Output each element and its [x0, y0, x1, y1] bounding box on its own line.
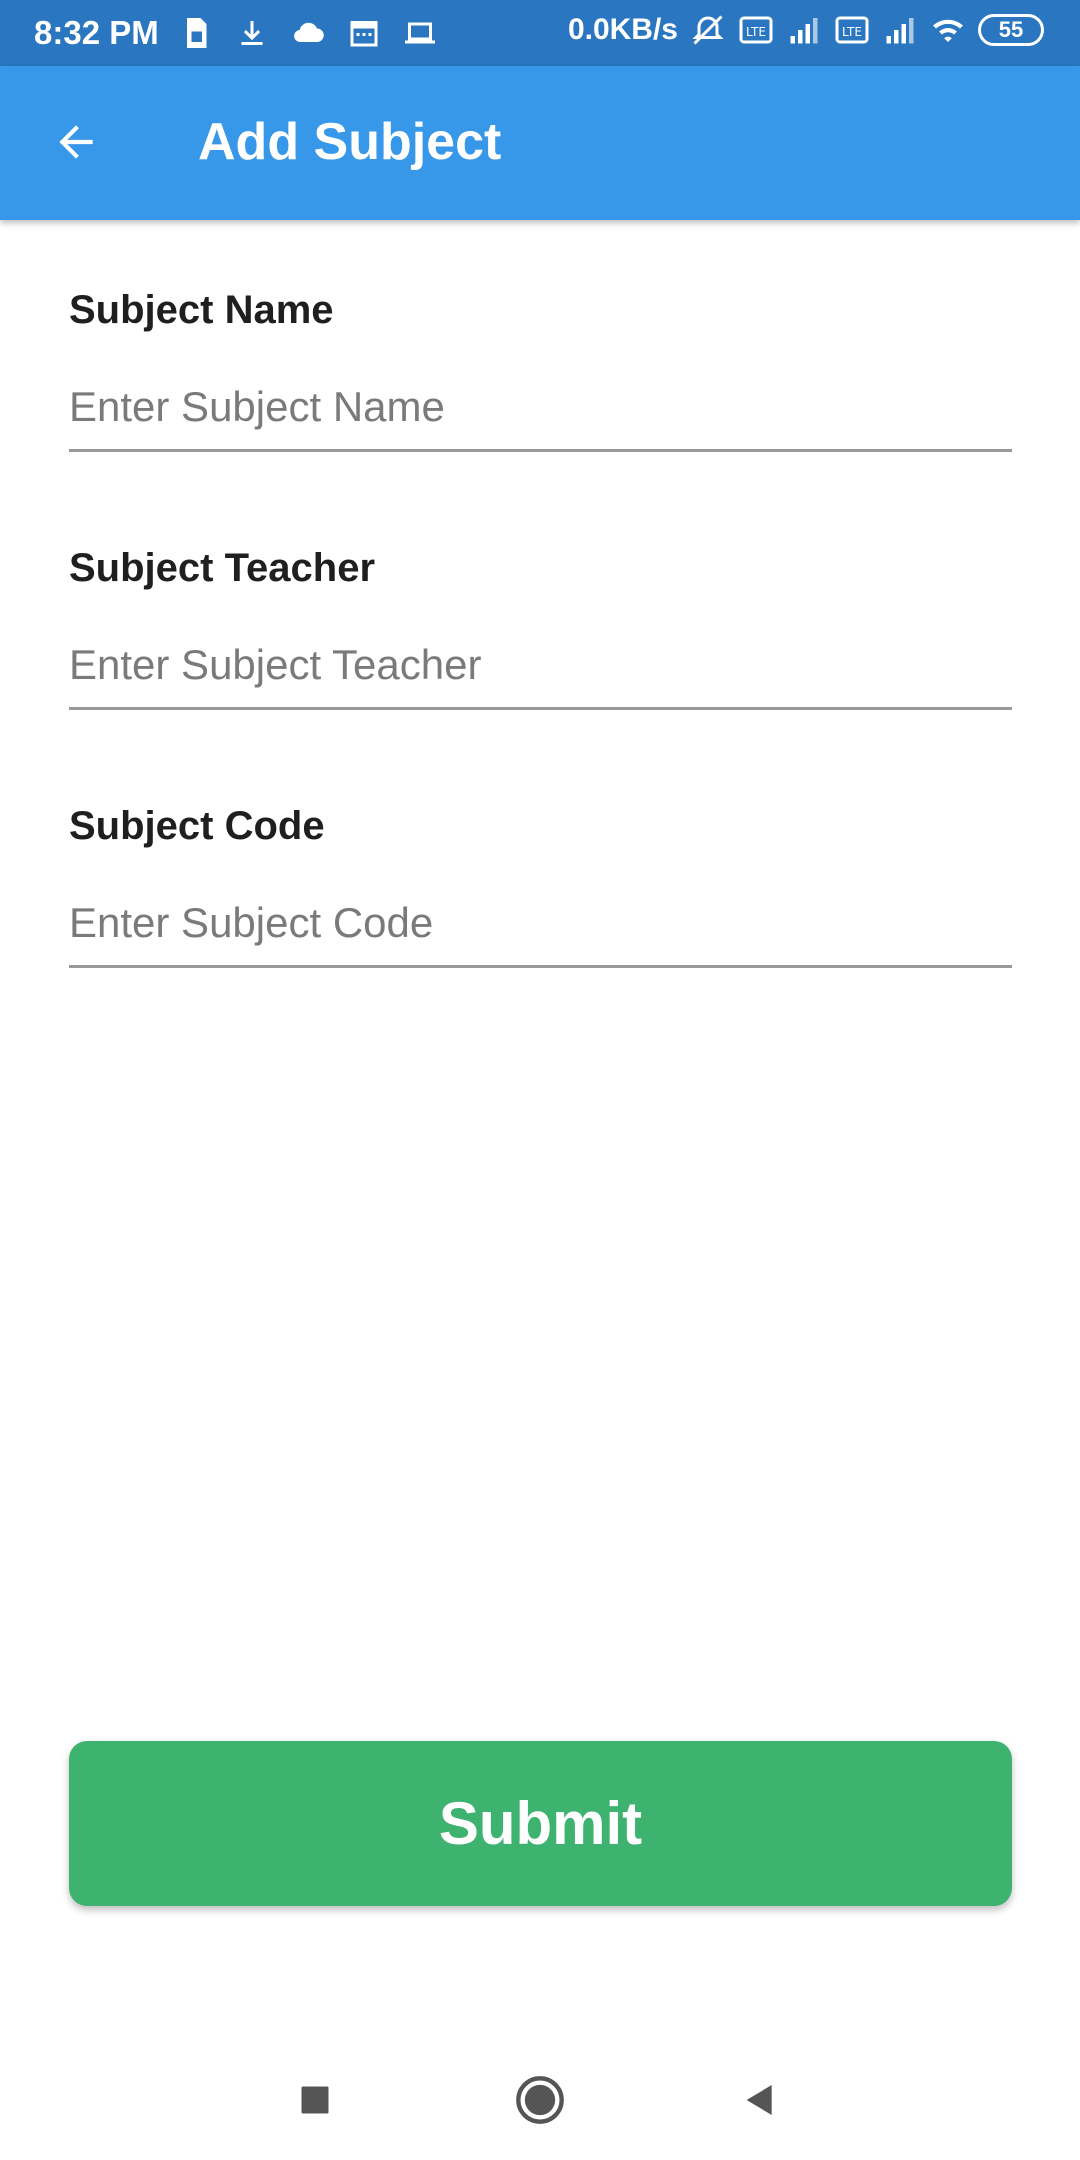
app-bar [0, 66, 1080, 220]
page-title: Add Subject [198, 113, 502, 171]
laptop-icon [405, 22, 435, 44]
status-time: 8:32 PM [34, 14, 159, 51]
volte-icon: LTE [835, 16, 869, 44]
arrow-back-icon [59, 125, 93, 159]
subject-name-label: Subject Name [69, 288, 334, 332]
back-triangle-icon [746, 2085, 772, 2115]
subject-teacher-field: Subject Teacher [69, 518, 1012, 776]
recents-square-icon [301, 2086, 329, 2114]
battery-level: 55 [998, 17, 1024, 42]
subject-code-input[interactable] [69, 888, 1012, 968]
volte-icon: LTE [739, 16, 773, 44]
subject-teacher-label: Subject Teacher [69, 546, 376, 590]
muted-alarm-icon [692, 15, 724, 45]
subject-code-field: Subject Code [69, 776, 1012, 1034]
subject-name-field: Subject Name [69, 260, 1012, 518]
home-circle-icon [516, 2076, 564, 2124]
add-subject-form: Subject Name Subject Teacher Subject Cod… [69, 260, 1012, 1034]
nav-back-button[interactable] [730, 2070, 790, 2130]
signal-icon [886, 18, 914, 44]
back-button[interactable] [46, 112, 106, 172]
signal-icon [790, 18, 818, 44]
subject-name-input[interactable] [69, 372, 1012, 452]
subject-teacher-input[interactable] [69, 630, 1012, 710]
recents-button[interactable] [285, 2070, 345, 2130]
sim-card-icon [187, 18, 207, 48]
status-right-area: 0.0KB/s LTE LTE 55 [568, 12, 1044, 48]
battery-indicator: 55 [978, 14, 1044, 46]
calendar-icon [350, 21, 378, 47]
subject-code-label: Subject Code [69, 804, 325, 848]
network-speed: 0.0KB/s [567, 13, 678, 46]
download-icon [241, 21, 263, 45]
svg-text:LTE: LTE [842, 25, 862, 39]
submit-button[interactable]: Submit [69, 1741, 1012, 1906]
status-left-icons [178, 15, 438, 51]
wifi-icon [933, 19, 963, 42]
svg-text:LTE: LTE [746, 25, 766, 39]
status-bar: 8:32 PM 0.0KB/s LTE LTE 55 [0, 0, 1080, 66]
home-button[interactable] [510, 2070, 570, 2130]
system-nav-bar [0, 2040, 1080, 2150]
cloud-icon [294, 22, 324, 43]
